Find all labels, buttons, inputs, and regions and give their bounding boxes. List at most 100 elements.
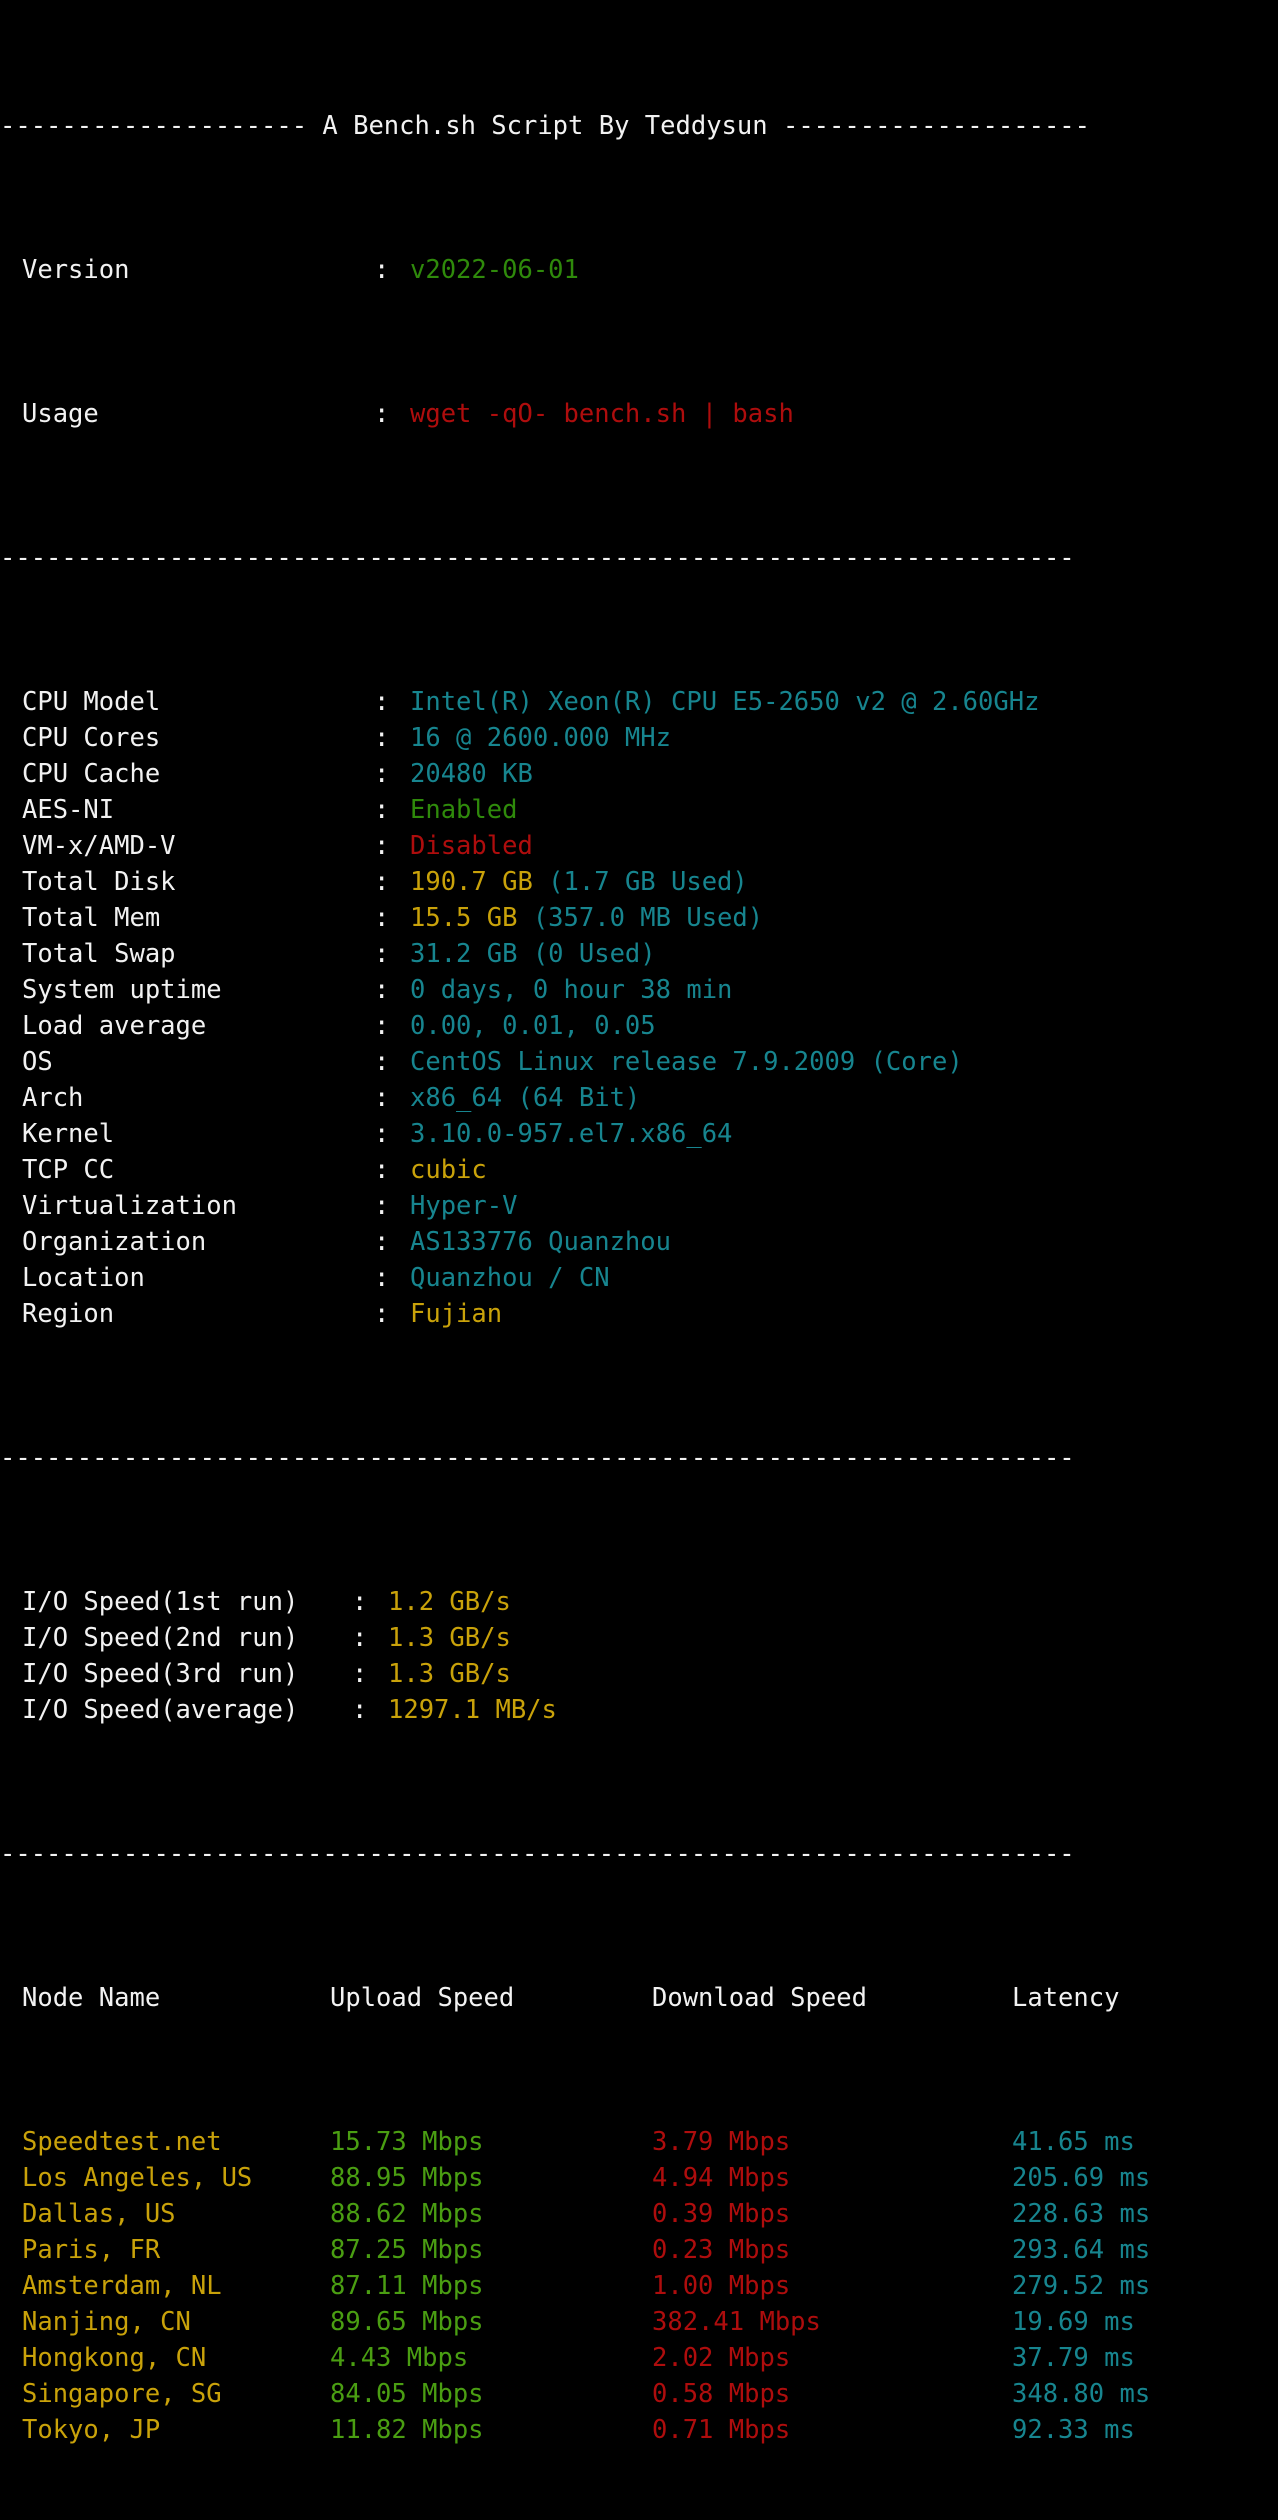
row-colon: : — [374, 1296, 410, 1332]
speedtest-latency: 228.63 ms — [1012, 2196, 1150, 2232]
system-info-value: 190.7 GB — [410, 867, 533, 897]
speedtest-row: Los Angeles, US88.95 Mbps4.94 Mbps205.69… — [0, 2160, 1278, 2196]
system-info-row: Organization:AS133776 Quanzhou — [0, 1224, 1278, 1260]
system-info-value: 16 @ 2600.000 MHz — [410, 723, 671, 753]
speedtest-latency: 37.79 ms — [1012, 2340, 1135, 2376]
system-info-row: Load average:0.00, 0.01, 0.05 — [0, 1008, 1278, 1044]
system-info-value: Fujian — [410, 1299, 502, 1329]
usage-command[interactable]: wget -qO- bench.sh | bash — [410, 399, 794, 429]
system-info-label: Location — [22, 1260, 374, 1296]
speedtest-latency: 205.69 ms — [1012, 2160, 1150, 2196]
system-info-value: 20480 KB — [410, 759, 533, 789]
row-colon: : — [374, 1008, 410, 1044]
system-info-row: AES-NI:Enabled — [0, 792, 1278, 828]
row-colon: : — [352, 1656, 388, 1692]
speedtest-download-speed: 3.79 Mbps — [652, 2124, 1012, 2160]
row-colon: : — [374, 1188, 410, 1224]
system-info-label: Total Swap — [22, 936, 374, 972]
system-info-label: Arch — [22, 1080, 374, 1116]
speedtest-node-name: Hongkong, CN — [22, 2340, 330, 2376]
speedtest-row: Speedtest.net15.73 Mbps3.79 Mbps41.65 ms — [0, 2124, 1278, 2160]
speedtest-latency: 348.80 ms — [1012, 2376, 1150, 2412]
speedtest-upload-speed: 15.73 Mbps — [330, 2124, 652, 2160]
speedtest-node-name: Speedtest.net — [22, 2124, 330, 2160]
system-info-value: 31.2 GB (0 Used) — [410, 939, 656, 969]
speedtest-latency: 279.52 ms — [1012, 2268, 1150, 2304]
speedtest-node-name: Paris, FR — [22, 2232, 330, 2268]
column-header-upload-speed: Upload Speed — [330, 1980, 652, 2016]
system-info-row: VM-x/AMD-V:Disabled — [0, 828, 1278, 864]
version-label: Version — [22, 252, 374, 288]
speedtest-upload-speed: 84.05 Mbps — [330, 2376, 652, 2412]
speedtest-download-speed: 0.23 Mbps — [652, 2232, 1012, 2268]
system-info-label: Total Mem — [22, 900, 374, 936]
system-info-value: x86_64 (64 Bit) — [410, 1083, 640, 1113]
row-colon: : — [374, 828, 410, 864]
io-speed-value: 1.2 GB/s — [388, 1587, 511, 1617]
speedtest-upload-speed: 4.43 Mbps — [330, 2340, 652, 2376]
row-colon: : — [352, 1692, 388, 1728]
io-speed-block: I/O Speed(1st run):1.2 GB/sI/O Speed(2nd… — [0, 1584, 1278, 1728]
speedtest-upload-speed: 88.62 Mbps — [330, 2196, 652, 2232]
row-colon: : — [374, 396, 410, 432]
speedtest-download-speed: 2.02 Mbps — [652, 2340, 1012, 2376]
speedtest-node-name: Tokyo, JP — [22, 2412, 330, 2448]
speedtest-download-speed: 1.00 Mbps — [652, 2268, 1012, 2304]
version-value: v2022-06-01 — [410, 255, 579, 285]
system-info-label: CPU Cores — [22, 720, 374, 756]
system-info-block: CPU Model:Intel(R) Xeon(R) CPU E5-2650 v… — [0, 684, 1278, 1332]
speedtest-download-speed: 4.94 Mbps — [652, 2160, 1012, 2196]
io-speed-row: I/O Speed(2nd run):1.3 GB/s — [0, 1620, 1278, 1656]
system-info-value: Disabled — [410, 831, 533, 861]
system-info-label: VM-x/AMD-V — [22, 828, 374, 864]
column-header-download-speed: Download Speed — [652, 1980, 1012, 2016]
title-banner: -------------------- A Bench.sh Script B… — [0, 108, 1278, 144]
speedtest-node-name: Nanjing, CN — [22, 2304, 330, 2340]
row-colon: : — [374, 792, 410, 828]
system-info-label: OS — [22, 1044, 374, 1080]
version-row: Version:v2022-06-01 — [0, 252, 1278, 288]
system-info-value: Hyper-V — [410, 1191, 517, 1221]
system-info-label: System uptime — [22, 972, 374, 1008]
system-info-row: TCP CC:cubic — [0, 1152, 1278, 1188]
system-info-row: Total Mem:15.5 GB (357.0 MB Used) — [0, 900, 1278, 936]
system-info-label: Load average — [22, 1008, 374, 1044]
speedtest-node-name: Dallas, US — [22, 2196, 330, 2232]
system-info-row: Total Disk:190.7 GB (1.7 GB Used) — [0, 864, 1278, 900]
system-info-row: Location:Quanzhou / CN — [0, 1260, 1278, 1296]
io-speed-label: I/O Speed(1st run) — [22, 1584, 352, 1620]
speedtest-node-name: Los Angeles, US — [22, 2160, 330, 2196]
row-colon: : — [374, 1080, 410, 1116]
system-info-value: 3.10.0-957.el7.x86_64 — [410, 1119, 732, 1149]
io-speed-label: I/O Speed(3rd run) — [22, 1656, 352, 1692]
io-speed-row: I/O Speed(1st run):1.2 GB/s — [0, 1584, 1278, 1620]
speedtest-download-speed: 0.58 Mbps — [652, 2376, 1012, 2412]
system-info-value: AS133776 Quanzhou — [410, 1227, 671, 1257]
io-speed-label: I/O Speed(2nd run) — [22, 1620, 352, 1656]
system-info-value-suffix: (1.7 GB Used) — [533, 867, 748, 897]
system-info-value-suffix: (357.0 MB Used) — [517, 903, 763, 933]
speedtest-download-speed: 0.71 Mbps — [652, 2412, 1012, 2448]
speedtest-download-speed: 382.41 Mbps — [652, 2304, 1012, 2340]
speedtest-node-name: Amsterdam, NL — [22, 2268, 330, 2304]
system-info-row: Kernel:3.10.0-957.el7.x86_64 — [0, 1116, 1278, 1152]
io-speed-value: 1297.1 MB/s — [388, 1695, 557, 1725]
usage-row: Usage:wget -qO- bench.sh | bash — [0, 396, 1278, 432]
system-info-label: Organization — [22, 1224, 374, 1260]
system-info-row: CPU Cores:16 @ 2600.000 MHz — [0, 720, 1278, 756]
system-info-value: 0 days, 0 hour 38 min — [410, 975, 732, 1005]
system-info-value: 15.5 GB — [410, 903, 517, 933]
row-colon: : — [374, 864, 410, 900]
system-info-label: CPU Model — [22, 684, 374, 720]
system-info-row: Arch:x86_64 (64 Bit) — [0, 1080, 1278, 1116]
system-info-label: Virtualization — [22, 1188, 374, 1224]
speedtest-download-speed: 0.39 Mbps — [652, 2196, 1012, 2232]
column-header-node-name: Node Name — [22, 1980, 330, 2016]
io-speed-label: I/O Speed(average) — [22, 1692, 352, 1728]
row-colon: : — [374, 972, 410, 1008]
row-colon: : — [352, 1584, 388, 1620]
speedtest-row: Paris, FR87.25 Mbps0.23 Mbps293.64 ms — [0, 2232, 1278, 2268]
io-speed-row: I/O Speed(average):1297.1 MB/s — [0, 1692, 1278, 1728]
io-speed-row: I/O Speed(3rd run):1.3 GB/s — [0, 1656, 1278, 1692]
row-colon: : — [374, 720, 410, 756]
